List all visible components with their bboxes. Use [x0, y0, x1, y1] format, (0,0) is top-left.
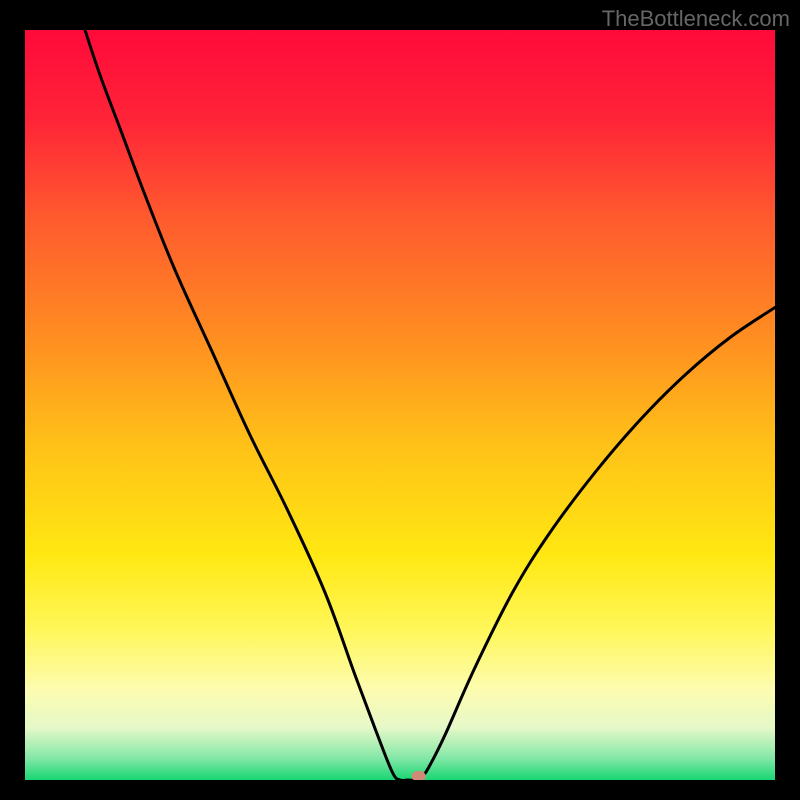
chart-svg: [25, 30, 775, 780]
chart-container: TheBottleneck.com: [0, 0, 800, 800]
plot-area: [25, 30, 775, 780]
watermark-text: TheBottleneck.com: [602, 6, 790, 32]
gradient-background: [25, 30, 775, 780]
